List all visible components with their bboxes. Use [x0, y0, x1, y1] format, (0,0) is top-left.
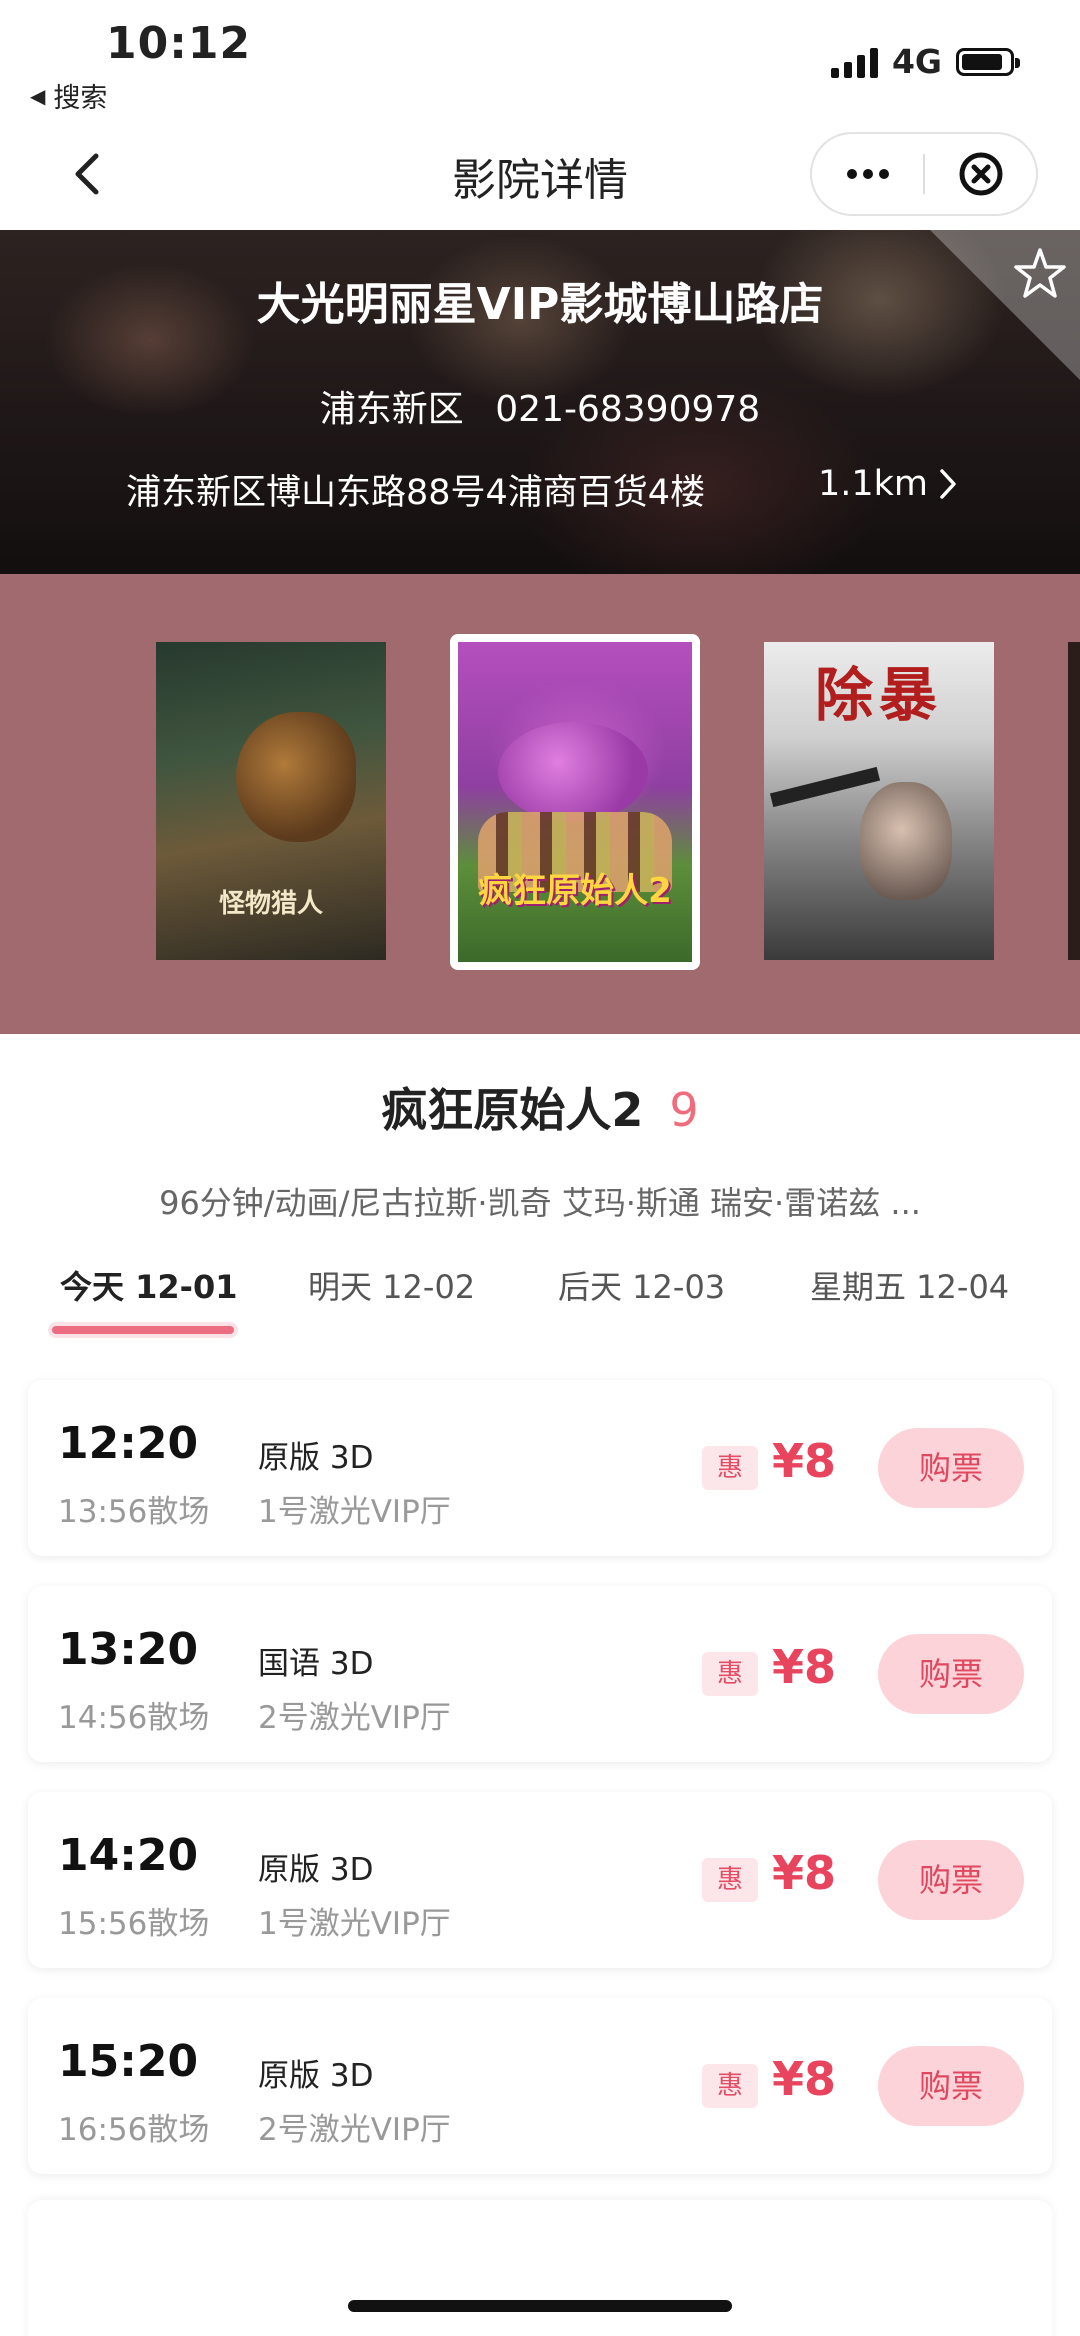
show-hall: 2号激光VIP厅 — [258, 1700, 451, 1736]
network-type: 4G — [891, 42, 942, 81]
date-tabs: 今天 12-01 明天 12-02 后天 12-03 星期五 12-04 — [0, 1262, 1080, 1342]
show-start-time: 12:20 — [58, 1418, 199, 1469]
miniprogram-capsule — [810, 132, 1038, 216]
poster-art — [860, 782, 952, 900]
close-circle-icon — [959, 152, 1002, 196]
cinema-address[interactable]: 浦东新区博山东路88号4浦商百货4楼 — [126, 464, 705, 515]
tab-tomorrow[interactable]: 明天 12-02 — [308, 1262, 475, 1308]
buy-ticket-button[interactable]: 购票 — [878, 1634, 1024, 1714]
show-end-time: 13:56散场 — [58, 1494, 210, 1530]
cinema-header: 大光明丽星VIP影城博山路店 浦东新区 021-68390978 浦东新区博山东… — [0, 230, 1080, 574]
show-price: ¥8 — [772, 1434, 837, 1488]
cinema-name: 大光明丽星VIP影城博山路店 — [256, 279, 824, 330]
status-bar: 10:12 ◀ 搜索 4G — [0, 0, 1080, 120]
home-indicator[interactable] — [348, 2300, 732, 2312]
signal-icon — [830, 46, 878, 78]
close-button[interactable] — [925, 134, 1036, 214]
showtime-row[interactable]: 15:20 16:56散场 原版 3D 2号激光VIP厅 惠 ¥8 购票 — [28, 1998, 1052, 2174]
show-language: 国语 3D — [258, 1646, 374, 1682]
show-hall: 1号激光VIP厅 — [258, 1906, 451, 1942]
buy-ticket-button[interactable]: 购票 — [878, 2046, 1024, 2126]
show-price: ¥8 — [772, 1846, 837, 1900]
show-start-time: 14:20 — [58, 1830, 199, 1881]
show-price: ¥8 — [772, 1640, 837, 1694]
show-end-time: 15:56散场 — [58, 1906, 210, 1942]
cinema-distance-link[interactable]: 1.1km — [818, 464, 958, 504]
promo-badge: 惠 — [702, 1446, 758, 1490]
favorite-button[interactable] — [1010, 244, 1070, 308]
chevron-left-icon — [75, 153, 99, 195]
promo-badge: 惠 — [702, 2064, 758, 2108]
movie-title-row: 疯狂原始人2 9 — [0, 1074, 1080, 1140]
showtime-row[interactable]: 12:20 13:56散场 原版 3D 1号激光VIP厅 惠 ¥8 购票 — [28, 1380, 1052, 1556]
cinema-district-phone: 浦东新区 021-68390978 — [0, 380, 1080, 432]
buy-ticket-button[interactable]: 购票 — [878, 1428, 1024, 1508]
poster-partial[interactable] — [1068, 642, 1080, 960]
tab-day-after[interactable]: 后天 12-03 — [558, 1262, 725, 1308]
cinema-district: 浦东新区 — [319, 389, 464, 430]
show-language: 原版 3D — [258, 1852, 374, 1888]
poster-art — [236, 712, 356, 842]
poster-title: 除暴 — [814, 661, 943, 729]
back-triangle-icon: ◀ — [30, 83, 46, 108]
showtime-row-partial[interactable] — [28, 2200, 1052, 2336]
back-button[interactable] — [60, 146, 116, 202]
more-dots-icon — [846, 169, 889, 179]
status-time: 10:12 — [106, 18, 252, 69]
showtime-row[interactable]: 13:20 14:56散场 国语 3D 2号激光VIP厅 惠 ¥8 购票 — [28, 1586, 1052, 1762]
nav-bar: 影院详情 — [0, 120, 1080, 230]
star-outline-icon — [1014, 248, 1066, 298]
battery-icon — [956, 47, 1020, 76]
show-hall: 1号激光VIP厅 — [258, 1494, 451, 1530]
show-end-time: 14:56散场 — [58, 1700, 210, 1736]
show-hall: 2号激光VIP厅 — [258, 2112, 451, 2148]
tab-friday[interactable]: 星期五 12-04 — [810, 1262, 1009, 1308]
chevron-right-icon — [940, 469, 956, 499]
cinema-distance: 1.1km — [818, 464, 929, 504]
showtime-row[interactable]: 14:20 15:56散场 原版 3D 1号激光VIP厅 惠 ¥8 购票 — [28, 1792, 1052, 1968]
poster-chubao[interactable]: 除暴 — [764, 642, 994, 960]
cinema-phone[interactable]: 021-68390978 — [495, 389, 760, 430]
movie-description: 96分钟/动画/尼古拉斯·凯奇 艾玛·斯通 瑞安·雷诺兹 ... — [159, 1184, 921, 1222]
screen: 10:12 ◀ 搜索 4G 影院详情 大光明丽星VIP影城博山路店 浦东新区 0… — [0, 0, 1080, 2336]
back-to-app-link[interactable]: ◀ 搜索 — [30, 76, 107, 115]
poster-title: 怪物猎人 — [218, 889, 323, 919]
poster-art — [498, 722, 648, 822]
promo-badge: 惠 — [702, 1652, 758, 1696]
movie-poster-carousel[interactable]: 怪物猎人 疯狂原始人2 除暴 — [0, 574, 1080, 1034]
show-language: 原版 3D — [258, 2058, 374, 2094]
show-language: 原版 3D — [258, 1440, 374, 1476]
tab-today[interactable]: 今天 12-01 — [60, 1262, 238, 1308]
more-button[interactable] — [812, 134, 923, 214]
show-price: ¥8 — [772, 2052, 837, 2106]
movie-title: 疯狂原始人2 — [381, 1083, 644, 1137]
poster-title: 疯狂原始人2 — [478, 871, 672, 911]
show-start-time: 15:20 — [58, 2036, 199, 2087]
poster-croods-selected[interactable]: 疯狂原始人2 — [450, 634, 700, 970]
show-start-time: 13:20 — [58, 1624, 199, 1675]
movie-score: 9 — [669, 1083, 699, 1137]
poster-monster-hunter[interactable]: 怪物猎人 — [156, 642, 386, 960]
status-indicators: 4G — [830, 42, 1020, 81]
back-app-label: 搜索 — [53, 83, 108, 114]
buy-ticket-button[interactable]: 购票 — [878, 1840, 1024, 1920]
poster-art — [769, 766, 881, 808]
show-end-time: 16:56散场 — [58, 2112, 210, 2148]
active-tab-indicator — [52, 1326, 234, 1334]
promo-badge: 惠 — [702, 1858, 758, 1902]
